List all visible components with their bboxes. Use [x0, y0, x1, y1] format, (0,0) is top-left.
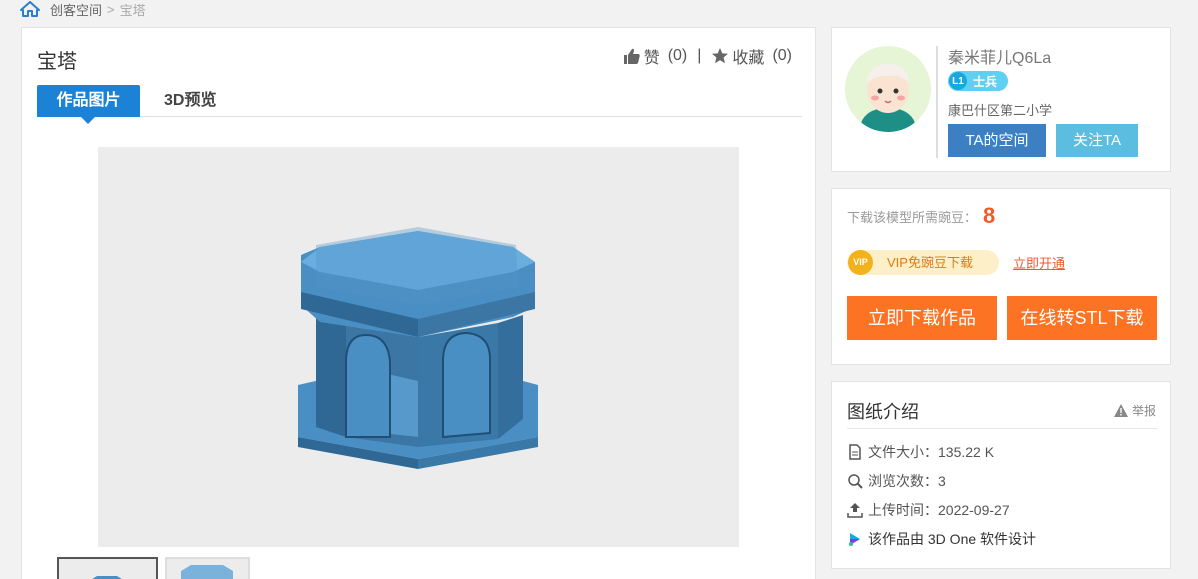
divider-line — [936, 46, 938, 158]
work-panel: 宝塔 赞 (0) | 收藏 (0) 作品图片 3D预览 — [21, 27, 816, 579]
avatar[interactable] — [845, 46, 931, 132]
upload-icon — [847, 502, 863, 518]
intro-divider — [847, 428, 1158, 429]
like-label[interactable]: 赞 — [644, 44, 660, 68]
views-row: 浏览次数：3 — [847, 471, 946, 491]
cost-label: 下载该模型所需豌豆： — [847, 209, 978, 225]
intro-card: 图纸介绍 举报 文件大小：135.22 K 浏览次数：3 上传时间：2022-0… — [831, 381, 1171, 569]
work-title: 宝塔 — [37, 51, 77, 73]
3d-one-logo-icon — [847, 531, 863, 547]
pagoda-model-render — [298, 227, 538, 469]
upload-row: 上传时间：2022-09-27 — [847, 500, 1010, 520]
tab-3d-preview[interactable]: 3D预览 — [164, 85, 216, 117]
report-label: 举报 — [1131, 404, 1156, 418]
software-row: 该作品由 3D One 软件设计 — [847, 529, 1036, 549]
level-title: 士兵 — [973, 74, 998, 89]
breadcrumb: 创客空间 > 宝塔 — [20, 0, 146, 18]
vip-label: VIP免豌豆下载 — [887, 255, 973, 270]
download-card: 下载该模型所需豌豆： 8 VIP VIP免豌豆下载 立即开通 立即下载作品 在线… — [831, 188, 1171, 365]
views-icon — [847, 473, 863, 489]
view-count: 浏览次数：3 — [868, 473, 946, 489]
thumbnail-2[interactable] — [165, 557, 250, 579]
fav-label[interactable]: 收藏 — [732, 44, 764, 68]
warning-icon — [1113, 404, 1128, 417]
cost-value: 8 — [983, 203, 996, 228]
breadcrumb-separator: > — [107, 1, 115, 17]
fav-count: (0) — [772, 47, 792, 64]
file-size: 文件大小：135.22 K — [868, 444, 995, 460]
tab-images[interactable]: 作品图片 — [37, 85, 140, 124]
thumbnail-1[interactable] — [57, 557, 158, 579]
like-count: (0) — [667, 47, 688, 64]
breadcrumb-section[interactable]: 创客空间 — [50, 0, 102, 19]
tab-bar: 作品图片 3D预览 — [37, 85, 802, 124]
vip-icon: VIP — [848, 250, 873, 275]
file-size-row: 文件大小：135.22 K — [847, 442, 994, 462]
breadcrumb-current: 宝塔 — [119, 2, 146, 18]
level-badge: L1 士兵 — [948, 71, 1008, 91]
software-note: 该作品由 3D One 软件设计 — [868, 531, 1037, 547]
model-image — [98, 147, 739, 547]
download-button[interactable]: 立即下载作品 — [847, 296, 997, 340]
report-link[interactable]: 举报 — [1113, 402, 1156, 419]
visit-space-button[interactable]: TA的空间 — [948, 124, 1046, 157]
follow-button[interactable]: 关注TA — [1056, 124, 1138, 157]
upload-time: 上传时间：2022-09-27 — [868, 502, 1010, 518]
author-card: 秦米菲儿Q6La L1 士兵 康巴什区第二小学 TA的空间 关注TA — [831, 27, 1171, 172]
work-stats: 赞 (0) | 收藏 (0) — [623, 44, 792, 68]
level-icon: L1 — [949, 72, 967, 90]
stl-download-button[interactable]: 在线转STL下载 — [1007, 296, 1157, 340]
stat-divider: | — [697, 47, 702, 64]
vip-banner[interactable]: VIP VIP免豌豆下载 — [847, 250, 999, 275]
star-icon[interactable] — [711, 47, 729, 65]
home-icon[interactable] — [20, 1, 40, 17]
author-school: 康巴什区第二小学 — [948, 103, 1053, 118]
intro-title: 图纸介绍 — [847, 402, 919, 422]
author-name[interactable]: 秦米菲儿Q6La — [948, 44, 1051, 68]
download-cost: 下载该模型所需豌豆： 8 — [847, 203, 995, 229]
thumbs-up-icon[interactable] — [623, 47, 641, 65]
file-icon — [847, 444, 863, 460]
open-vip-link[interactable]: 立即开通 — [1013, 253, 1065, 272]
